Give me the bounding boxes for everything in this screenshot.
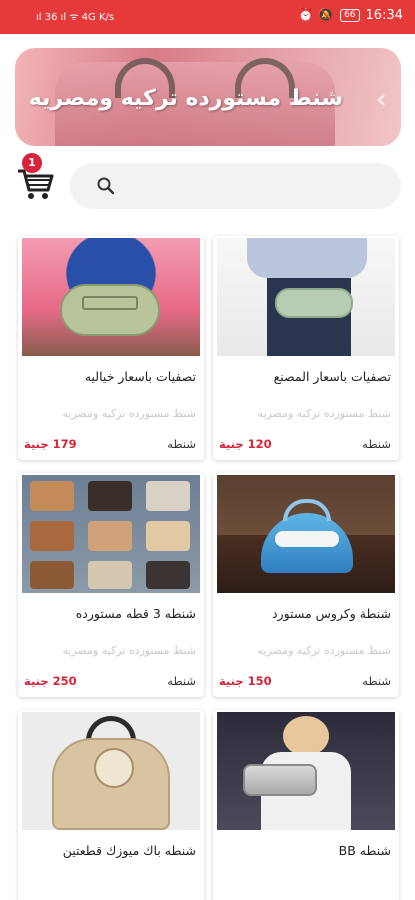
product-category: شنطه — [362, 437, 391, 451]
product-category: شنطه — [167, 437, 196, 451]
product-subtitle: شنط مستورده تركيه ومصريه — [62, 407, 196, 420]
search-icon[interactable] — [96, 176, 116, 196]
product-card[interactable]: شنطه 3 قطه مستورده شنط مستورده تركيه ومص… — [18, 473, 204, 697]
search-bar[interactable] — [70, 163, 401, 209]
product-image — [217, 712, 395, 830]
product-name: تصفيات باسعار المصنع — [273, 369, 391, 384]
product-price: 150 جنية — [219, 674, 272, 688]
banner-title: شنط مستورده تركيه ومصريه — [28, 86, 343, 111]
clock: 16:34 — [365, 8, 403, 23]
alarm-mute-icons: ⏰ 🔕 — [297, 8, 335, 23]
promo-banner[interactable]: ‹ شنط مستورده تركيه ومصريه — [15, 48, 401, 146]
banner-arrow-icon[interactable]: ‹ — [376, 82, 387, 115]
product-image — [217, 475, 395, 593]
product-name: شنطه باك ميوزك قطعتين — [62, 843, 196, 858]
product-image — [22, 712, 200, 830]
product-grid: تصفيات باسعار خياليه شنط مستورده تركيه و… — [18, 236, 399, 900]
product-price: 250 جنية — [24, 674, 77, 688]
cart-count-badge: 1 — [22, 153, 42, 173]
signal-icons: ıl 36 ıl ᯤ 4G K/s — [36, 9, 114, 23]
product-name: شنطه BB — [338, 843, 391, 858]
status-bar: ıl 36 ıl ᯤ 4G K/s ⏰ 🔕 66 16:34 — [0, 0, 415, 34]
status-right: ⏰ 🔕 66 16:34 — [298, 8, 403, 23]
search-input[interactable] — [118, 163, 388, 209]
product-card[interactable]: شنطه باك ميوزك قطعتين — [18, 710, 204, 900]
product-price: 120 جنية — [219, 437, 272, 451]
product-name: شنطة وكروس مستورد — [271, 606, 391, 621]
product-image — [22, 475, 200, 593]
product-image — [217, 238, 395, 356]
product-name: شنطه 3 قطه مستورده — [75, 606, 196, 621]
product-card[interactable]: شنطة وكروس مستورد شنط مستورده تركيه ومصر… — [213, 473, 399, 697]
product-subtitle: شنط مستورده تركيه ومصريه — [62, 644, 196, 657]
product-card[interactable]: شنطه BB — [213, 710, 399, 900]
product-name: تصفيات باسعار خياليه — [84, 369, 196, 384]
product-card[interactable]: تصفيات باسعار المصنع شنط مستورده تركيه و… — [213, 236, 399, 460]
product-subtitle: شنط مستورده تركيه ومصريه — [257, 407, 391, 420]
product-image — [22, 238, 200, 356]
product-category: شنطه — [362, 674, 391, 688]
product-card[interactable]: تصفيات باسعار خياليه شنط مستورده تركيه و… — [18, 236, 204, 460]
battery-icon: 66 — [340, 9, 360, 22]
product-category: شنطه — [167, 674, 196, 688]
product-price: 179 جنية — [24, 437, 77, 451]
product-subtitle: شنط مستورده تركيه ومصريه — [257, 644, 391, 657]
network-status: ıl 36 ıl ᯤ 4G K/s — [36, 12, 115, 23]
